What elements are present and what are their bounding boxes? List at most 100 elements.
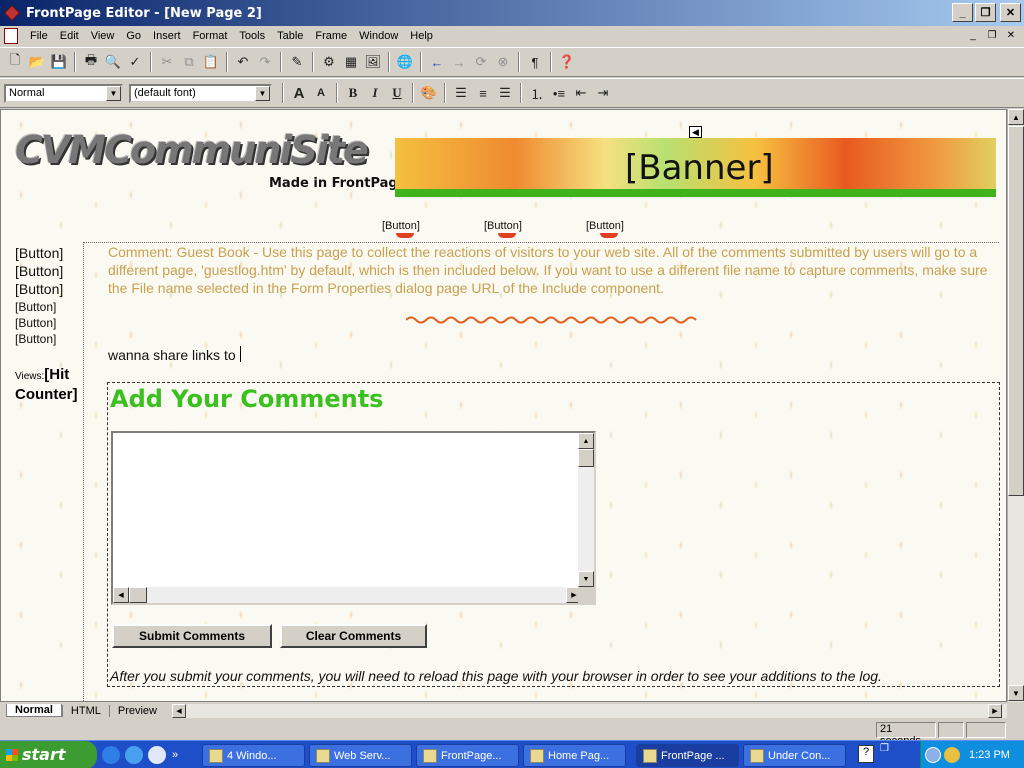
scroll-left-arrow-icon[interactable]: ◀	[172, 704, 186, 718]
tab-normal[interactable]: Normal	[6, 704, 62, 717]
print-preview-icon[interactable]: 🔍	[102, 51, 124, 73]
scroll-thumb[interactable]	[1008, 126, 1024, 496]
hit-counter-block[interactable]: Views:[Hit Counter]	[15, 366, 83, 404]
menu-insert[interactable]: Insert	[147, 28, 187, 44]
textarea-horizontal-scrollbar[interactable]	[113, 587, 582, 603]
tab-preview[interactable]: Preview	[108, 704, 165, 717]
comments-textarea[interactable]: ▲ ▼ ◀ ▶	[111, 431, 596, 605]
media-player-icon[interactable]	[148, 745, 166, 764]
nav-button-1[interactable]: [Button]	[382, 220, 420, 238]
menu-window[interactable]: Window	[353, 28, 404, 44]
underline-icon[interactable]: U	[386, 82, 408, 104]
restore-button[interactable]: ❐	[975, 3, 996, 22]
internet-explorer-icon[interactable]	[102, 745, 120, 764]
menu-tools[interactable]: Tools	[233, 28, 271, 44]
textarea-scroll-thumb[interactable]	[578, 449, 594, 467]
scroll-down-arrow-icon[interactable]: ▼	[578, 571, 594, 587]
font-select[interactable]: (default font) ▼	[129, 83, 272, 103]
after-submit-note[interactable]: After you submit your comments, you will…	[110, 668, 882, 684]
scroll-up-arrow-icon[interactable]: ▲	[1008, 109, 1024, 125]
new-page-icon[interactable]: 🗋	[4, 51, 26, 73]
banner-image[interactable]: [Banner]	[395, 138, 996, 197]
chevron-right-icon[interactable]: »	[172, 749, 178, 761]
menu-help[interactable]: Help	[404, 28, 439, 44]
frontpage-app-icon[interactable]	[4, 5, 20, 21]
textarea-h-scroll-thumb[interactable]	[129, 587, 147, 603]
guestbook-comment[interactable]: Comment: Guest Book - Use this page to c…	[108, 243, 998, 297]
nav-button-2[interactable]: [Button]	[484, 220, 522, 238]
doc-restore-button[interactable]: ❐	[983, 28, 1001, 43]
menu-edit[interactable]: Edit	[54, 28, 85, 44]
document-icon[interactable]	[4, 28, 18, 44]
side-button-2[interactable]: [Button]	[15, 263, 63, 279]
refresh-icon[interactable]: ⟳	[470, 51, 492, 73]
clear-comments-button[interactable]: Clear Comments	[280, 624, 427, 648]
help-icon[interactable]: ?	[858, 745, 874, 763]
insert-image-icon[interactable]: 🖼	[362, 51, 384, 73]
side-button-5[interactable]: [Button]	[15, 316, 56, 330]
increase-font-size-icon[interactable]: A	[288, 82, 310, 104]
scroll-down-arrow-icon[interactable]: ▼	[1008, 685, 1024, 701]
text-color-icon[interactable]: 🎨	[418, 82, 440, 104]
scroll-left-arrow-icon[interactable]: ◀	[113, 587, 129, 603]
scroll-up-arrow-icon[interactable]: ▲	[578, 433, 594, 449]
close-button[interactable]: ✕	[1000, 3, 1021, 22]
side-button-3[interactable]: [Button]	[15, 281, 63, 297]
forward-arrow-icon[interactable]: →	[448, 51, 470, 73]
doc-close-button[interactable]: ✕	[1002, 28, 1020, 43]
menu-frame[interactable]: Frame	[309, 28, 353, 44]
increase-indent-icon[interactable]: ⇥	[592, 82, 614, 104]
style-select[interactable]: Normal ▼	[4, 83, 123, 103]
menu-table[interactable]: Table	[271, 28, 309, 44]
side-button-1[interactable]: [Button]	[15, 245, 63, 261]
decrease-font-size-icon[interactable]: A	[310, 82, 332, 104]
align-right-icon[interactable]: ☰	[494, 82, 516, 104]
tab-html[interactable]: HTML	[61, 704, 109, 717]
tray-chevron-icon[interactable]	[925, 747, 941, 763]
save-icon[interactable]: 💾	[48, 51, 70, 73]
italic-icon[interactable]: I	[364, 82, 386, 104]
back-arrow-icon[interactable]: ←	[426, 51, 448, 73]
menu-go[interactable]: Go	[120, 28, 147, 44]
editor-horizontal-scrollbar[interactable]: ◀ ▶	[172, 704, 1007, 718]
paste-icon[interactable]: 📋	[200, 51, 222, 73]
decrease-indent-icon[interactable]: ⇤	[570, 82, 592, 104]
outlook-express-icon[interactable]	[125, 745, 143, 764]
taskbar-button-frontpage-explorer[interactable]: FrontPage...	[416, 744, 519, 767]
anchor-marker-icon[interactable]: ◀	[689, 126, 702, 138]
redo-icon[interactable]: ↷	[254, 51, 276, 73]
taskbar-button-frontpage-editor[interactable]: FrontPage ...	[636, 744, 739, 767]
minimize-button[interactable]: _	[952, 3, 973, 22]
copy-icon[interactable]: ⧉	[178, 51, 200, 73]
editor-canvas[interactable]: CVMCommuniSite Made in FrontPage [Banner…	[0, 109, 1007, 702]
side-button-4[interactable]: [Button]	[15, 300, 56, 314]
taskbar-button-under-construction[interactable]: Under Con...	[743, 744, 846, 767]
open-folder-icon[interactable]: 📂	[26, 51, 48, 73]
menu-format[interactable]: Format	[187, 28, 234, 44]
help-pointer-icon[interactable]: ❓	[556, 51, 578, 73]
show-paragraph-marks-icon[interactable]: ¶	[524, 51, 546, 73]
taskbar-button-home-page[interactable]: Home Pag...	[523, 744, 626, 767]
network-icon[interactable]	[944, 747, 960, 763]
spelling-icon[interactable]: ✓	[124, 51, 146, 73]
align-center-icon[interactable]: ≡	[472, 82, 494, 104]
chevron-down-icon[interactable]: ▼	[255, 85, 270, 101]
menu-view[interactable]: View	[85, 28, 121, 44]
stop-icon[interactable]: ⊗	[492, 51, 514, 73]
insert-table-icon[interactable]: ▦	[340, 51, 362, 73]
show-explorer-icon[interactable]: ✎	[286, 51, 308, 73]
bold-icon[interactable]: B	[342, 82, 364, 104]
hyperlink-icon[interactable]: 🌐	[394, 51, 416, 73]
undo-icon[interactable]: ↶	[232, 51, 254, 73]
editor-vertical-scrollbar[interactable]: ▲ ▼	[1007, 109, 1024, 702]
restore-window-icon[interactable]: ❐	[880, 743, 894, 767]
doc-minimize-button[interactable]: _	[964, 28, 982, 43]
scroll-right-arrow-icon[interactable]: ▶	[988, 704, 1002, 718]
start-button[interactable]: start	[0, 740, 97, 768]
menu-file[interactable]: File	[24, 28, 54, 44]
bulleted-list-icon[interactable]: •≡	[548, 82, 570, 104]
insert-webbot-icon[interactable]: ⚙	[318, 51, 340, 73]
body-text-line[interactable]: wanna share links to	[108, 346, 241, 363]
taskbar-button-windows[interactable]: 4 Windo...	[202, 744, 305, 767]
chevron-down-icon[interactable]: ▼	[106, 85, 121, 101]
